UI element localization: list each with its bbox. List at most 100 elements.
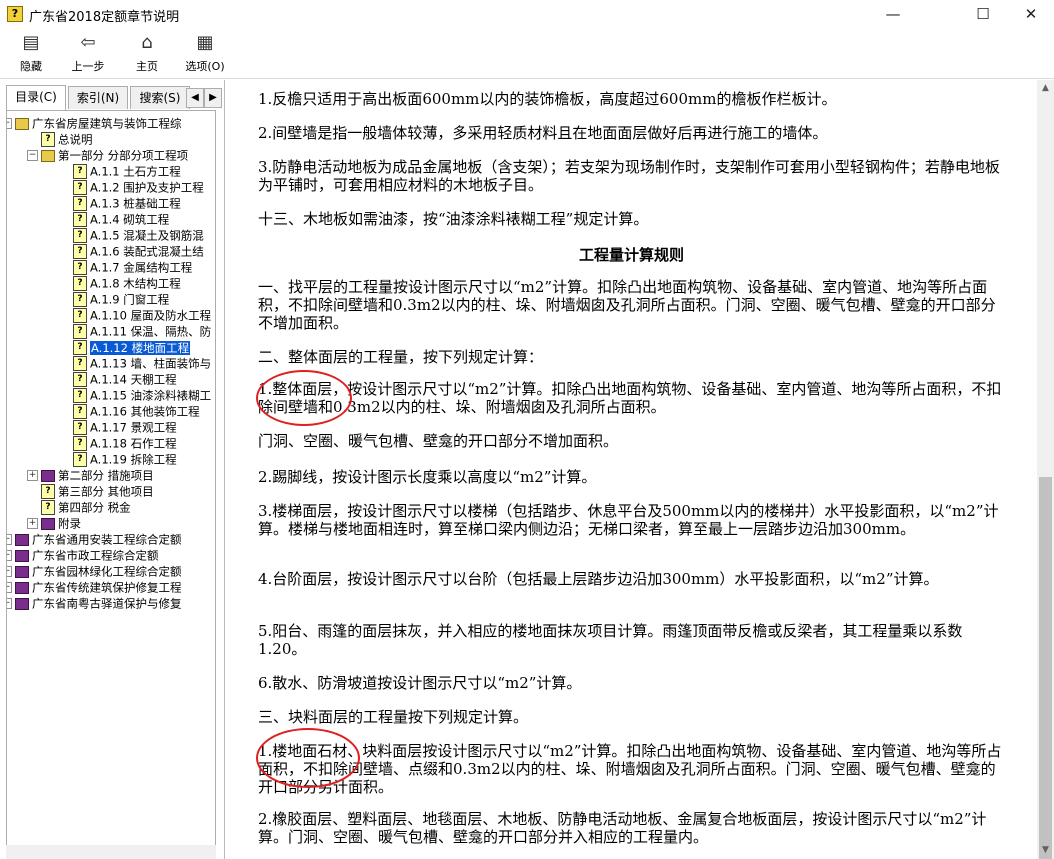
help-page-icon: ?: [41, 500, 55, 515]
tree-item[interactable]: ? 第三部分 其他项目: [41, 483, 154, 499]
tree-item[interactable]: ? A.1.10 屋面及防水工程: [73, 307, 211, 323]
tree-item-label: A.1.17 景观工程: [90, 420, 177, 435]
tree-item-label: 总说明: [58, 132, 93, 147]
home-button[interactable]: ⌂ 主页: [122, 30, 172, 76]
tree-item[interactable]: ? A.1.15 油漆涂料裱糊工: [73, 387, 211, 403]
tree-item-label: 第一部分 分部分项工程项: [58, 148, 189, 163]
tree-horizontal-scrollbar[interactable]: [6, 845, 216, 859]
paragraph: 一、找平层的工程量按设计图示尺寸以“m2”计算。扣除凸出地面构筑物、设备基础、室…: [258, 278, 996, 332]
expand-icon[interactable]: +: [7, 534, 12, 545]
tree-item[interactable]: ? A.1.19 拆除工程: [73, 451, 177, 467]
tree-item[interactable]: ? A.1.13 墙、柱面装饰与: [73, 355, 211, 371]
collapse-icon[interactable]: −: [27, 150, 38, 161]
help-page-icon: ?: [73, 420, 87, 435]
paragraph: 5.阳台、雨篷的面层抹灰，并入相应的楼地面抹灰项目计算。雨篷顶面带反檐或反梁者，…: [258, 622, 963, 658]
help-page-icon: ?: [73, 436, 87, 451]
tree-item[interactable]: + 第二部分 措施项目: [27, 467, 154, 483]
tree-item-label: A.1.8 木结构工程: [90, 276, 181, 291]
tree-item[interactable]: ? A.1.14 天棚工程: [73, 371, 177, 387]
tab-index[interactable]: 索引(N): [68, 86, 128, 109]
close-button[interactable]: ✕: [1008, 0, 1054, 28]
tree-item-label: A.1.15 油漆涂料裱糊工: [90, 388, 212, 403]
tree-item[interactable]: ? A.1.1 土石方工程: [73, 163, 181, 179]
back-button[interactable]: ⇦ 上一步: [63, 30, 113, 76]
tree-item[interactable]: ? A.1.4 砌筑工程: [73, 211, 169, 227]
tree-item[interactable]: + 广东省园林绿化工程综合定额: [7, 563, 182, 579]
maximize-button[interactable]: ☐: [960, 0, 1006, 28]
help-page-icon: ?: [73, 404, 87, 419]
hide-label: 隐藏: [20, 60, 42, 73]
tree-item[interactable]: ? 第四部分 税金: [41, 499, 131, 515]
tree-item[interactable]: − 广东省房屋建筑与装饰工程综: [7, 115, 182, 131]
hide-button[interactable]: ▤ 隐藏: [6, 30, 56, 76]
options-button[interactable]: ▦ 选项(O): [180, 30, 230, 76]
expand-icon[interactable]: +: [27, 470, 38, 481]
tree-item[interactable]: ? A.1.6 装配式混凝土结: [73, 243, 204, 259]
expand-icon[interactable]: +: [27, 518, 38, 529]
content-vertical-scrollbar[interactable]: ▲ ▼: [1037, 80, 1054, 859]
tree-item[interactable]: + 附录: [27, 515, 81, 531]
tree-item-label: 第四部分 税金: [58, 500, 131, 515]
tree-item-label: A.1.11 保温、隔热、防: [90, 324, 212, 339]
tree-item-label: A.1.9 门窗工程: [90, 292, 170, 307]
paragraph: 1.反檐只适用于高出板面600mm以内的装饰檐板，高度超过600mm的檐板作栏板…: [258, 90, 837, 108]
paragraph: 4.台阶面层，按设计图示尺寸以台阶（包括最上层踏步边沿加300mm）水平投影面积…: [258, 570, 939, 588]
tree-item-label: 广东省通用安装工程综合定额: [32, 532, 182, 547]
tree-item-label: A.1.4 砌筑工程: [90, 212, 170, 227]
collapse-icon[interactable]: −: [7, 118, 12, 129]
help-page-icon: ?: [73, 372, 87, 387]
tree-item-label: A.1.14 天棚工程: [90, 372, 177, 387]
options-icon: ▦: [196, 32, 214, 53]
tree-item-label: A.1.10 屋面及防水工程: [90, 308, 212, 323]
expand-icon[interactable]: +: [7, 598, 12, 609]
help-page-icon: ?: [73, 308, 87, 323]
tree-item-label: A.1.13 墙、柱面装饰与: [90, 356, 212, 371]
paragraph: 6.散水、防滑坡道按设计图示尺寸以“m2”计算。: [258, 674, 582, 692]
tree-item[interactable]: ? A.1.9 门窗工程: [73, 291, 169, 307]
tree-item[interactable]: − 第一部分 分部分项工程项: [27, 147, 188, 163]
tree-item[interactable]: ? A.1.5 混凝土及钢筋混: [73, 227, 204, 243]
tree-item[interactable]: ? A.1.7 金属结构工程: [73, 259, 192, 275]
tab-search[interactable]: 搜索(S): [130, 86, 190, 109]
paragraph: 十三、木地板如需油漆，按“油漆涂料裱糊工程”规定计算。: [258, 210, 649, 228]
scrollbar-thumb[interactable]: [1039, 477, 1052, 859]
tree-item-label: 广东省园林绿化工程综合定额: [32, 564, 182, 579]
tree-item[interactable]: + 广东省传统建筑保护修复工程: [7, 579, 182, 595]
tree-item[interactable]: + 广东省通用安装工程综合定额: [7, 531, 182, 547]
scroll-up-icon[interactable]: ▲: [1037, 80, 1054, 97]
tab-scroll-left-icon[interactable]: ◀: [186, 88, 204, 108]
help-page-icon: ?: [73, 260, 87, 275]
nav-tabs: 目录(C) 索引(N) 搜索(S) ◀ ▶: [6, 85, 222, 110]
paragraph: 2.间壁墙是指一般墙体较薄，多采用轻质材料且在地面面层做好后再进行施工的墙体。: [258, 124, 828, 142]
expand-icon[interactable]: +: [7, 582, 12, 593]
tree-item[interactable]: ? A.1.11 保温、隔热、防: [73, 323, 211, 339]
closed-book-icon: [15, 533, 29, 546]
tree-item[interactable]: ? A.1.8 木结构工程: [73, 275, 181, 291]
paragraph: 1.整体面层，按设计图示尺寸以“m2”计算。扣除凸出地面构筑物、设备基础、室内管…: [258, 380, 1002, 416]
tree-item-label: 广东省南粤古驿道保护与修复: [32, 596, 182, 611]
tab-contents[interactable]: 目录(C): [6, 85, 66, 110]
home-label: 主页: [136, 60, 158, 73]
minimize-button[interactable]: —: [870, 0, 916, 28]
tree-item[interactable]: ? 总说明: [41, 131, 93, 147]
home-icon: ⌂: [141, 32, 153, 53]
help-page-icon: ?: [73, 180, 87, 195]
help-page-icon: ?: [73, 388, 87, 403]
tree-item[interactable]: ? A.1.3 桩基础工程: [73, 195, 181, 211]
help-page-icon: ?: [73, 228, 87, 243]
tree-item[interactable]: + 广东省南粤古驿道保护与修复: [7, 595, 182, 611]
help-page-icon: ?: [73, 356, 87, 371]
scroll-down-icon[interactable]: ▼: [1037, 842, 1054, 859]
tree-item[interactable]: ? A.1.12 楼地面工程: [73, 339, 191, 355]
tree-item-label: A.1.12 楼地面工程: [90, 340, 191, 355]
expand-icon[interactable]: +: [7, 566, 12, 577]
tree-item[interactable]: + 广东省市政工程综合定额: [7, 547, 159, 563]
tree-item[interactable]: ? A.1.2 围护及支护工程: [73, 179, 204, 195]
tree-item[interactable]: ? A.1.16 其他装饰工程: [73, 403, 200, 419]
expand-icon[interactable]: +: [7, 550, 12, 561]
paragraph: 门洞、空圈、暖气包槽、壁龛的开口部分不增加面积。: [258, 432, 619, 450]
tab-scroll-right-icon[interactable]: ▶: [204, 88, 222, 108]
tree-item[interactable]: ? A.1.17 景观工程: [73, 419, 177, 435]
tree-item[interactable]: ? A.1.18 石作工程: [73, 435, 177, 451]
help-page-icon: ?: [41, 484, 55, 499]
